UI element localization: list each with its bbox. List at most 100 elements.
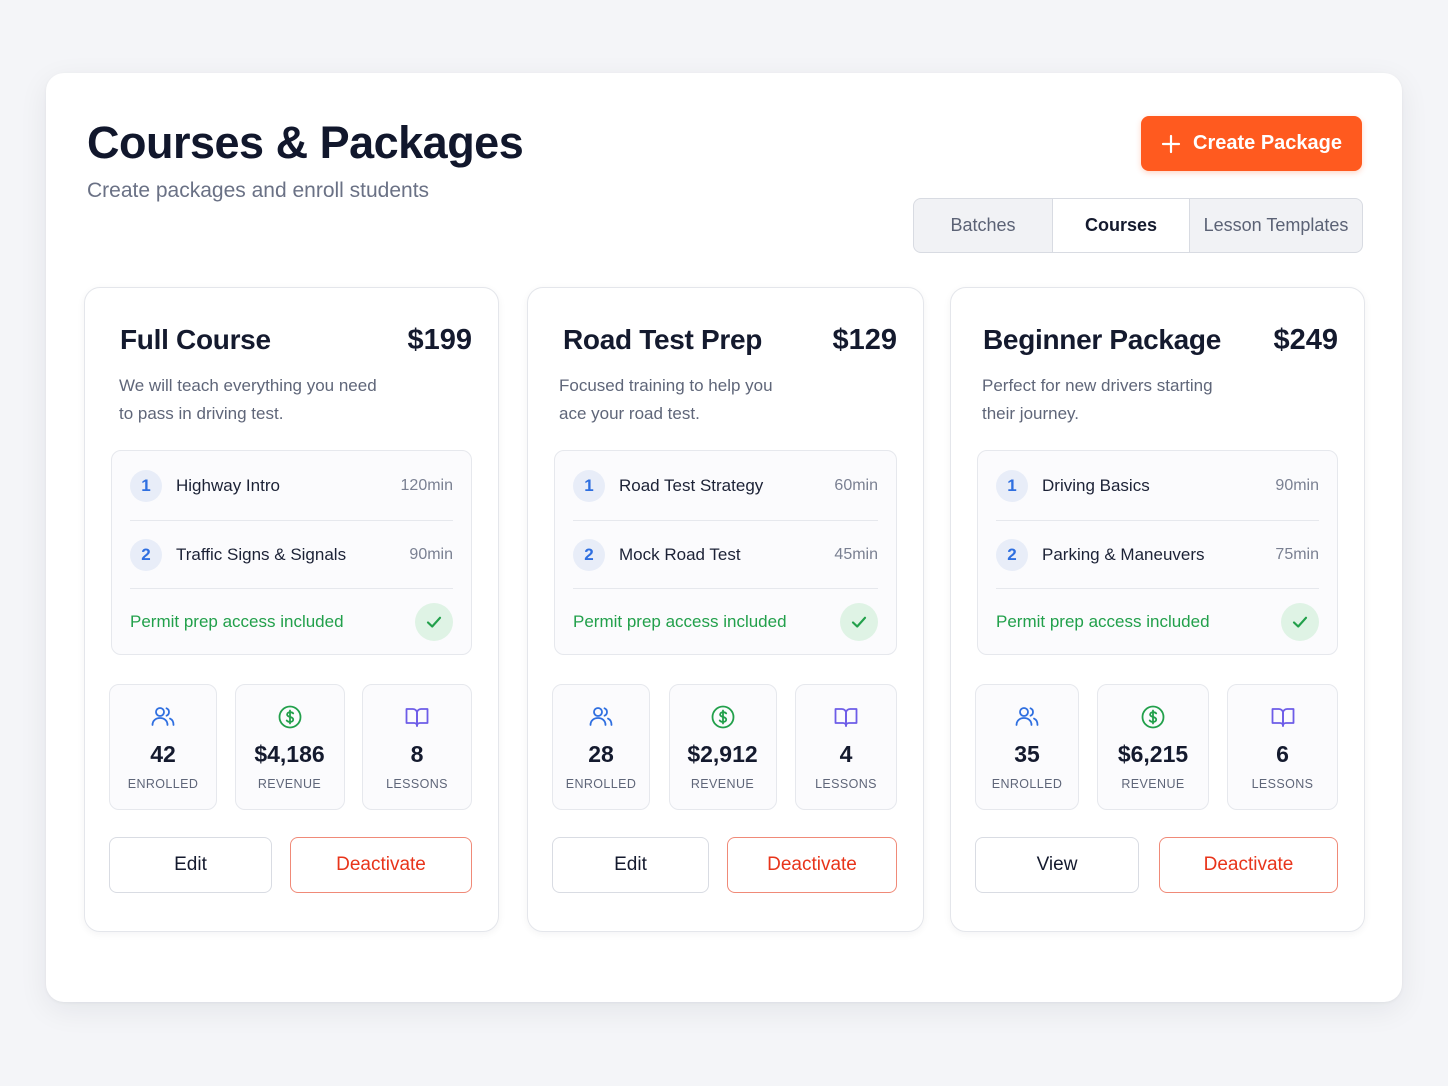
lesson-number-badge: 1 (573, 469, 605, 502)
description-line: to pass in driving test. (119, 404, 284, 423)
description-line: Perfect for new drivers starting (982, 376, 1213, 395)
stat-label: REVENUE (1121, 777, 1185, 791)
lesson-name: Road Test Strategy (619, 475, 764, 495)
lesson-duration: 60min (834, 476, 878, 494)
page-title: Courses & Packages (87, 117, 524, 168)
lesson-name: Parking & Maneuvers (1042, 544, 1205, 564)
users-icon (589, 707, 613, 726)
deactivate-button[interactable]: Deactivate (290, 837, 472, 893)
book-open-icon (834, 708, 858, 727)
lesson-name: Driving Basics (1042, 475, 1150, 495)
stat-label: ENROLLED (565, 777, 637, 791)
stat-revenue: $2,912 REVENUE (668, 684, 777, 810)
card-actions: Edit Deactivate (109, 837, 472, 893)
stat-label: ENROLLED (991, 777, 1063, 791)
lesson-name: Mock Road Test (619, 544, 741, 564)
view-button[interactable]: View (975, 837, 1139, 893)
view-tabs: Batches Courses Lesson Templates (913, 198, 1363, 253)
stat-lessons: 4 LESSONS (795, 684, 897, 810)
stat-value: 28 (588, 741, 614, 767)
package-price: $129 (832, 324, 897, 356)
package-title: Beginner Package (983, 324, 1221, 355)
edit-button[interactable]: Edit (552, 837, 709, 893)
lesson-duration: 90min (1275, 476, 1319, 494)
lesson-row: 2 Mock Road Test 45min (573, 521, 878, 589)
permit-text: Permit prep access included (996, 612, 1210, 631)
check-icon (1281, 603, 1319, 641)
stat-revenue: $6,215 REVENUE (1097, 684, 1209, 810)
package-title: Full Course (120, 324, 271, 355)
lesson-duration: 45min (834, 545, 878, 563)
create-package-button[interactable]: Create Package (1141, 116, 1362, 171)
lesson-list: 1 Driving Basics 90min 2 Parking & Maneu… (977, 450, 1338, 655)
lesson-number-badge: 1 (996, 469, 1028, 502)
permit-row: Permit prep access included (573, 589, 878, 655)
tab-courses[interactable]: Courses (1052, 199, 1190, 252)
stat-value: 4 (839, 741, 853, 767)
stat-value: $6,215 (1117, 741, 1189, 767)
stat-label: ENROLLED (127, 777, 199, 791)
stat-value: $2,912 (687, 741, 758, 767)
stat-value: 35 (1014, 741, 1040, 767)
tab-batches[interactable]: Batches (914, 199, 1052, 252)
create-package-label: Create Package (1193, 132, 1342, 154)
stats-row: 28 ENROLLED $2,912 REVENUE 4 LESSONS (552, 684, 897, 810)
package-price: $199 (407, 324, 472, 356)
package-card-full-course: Full Course $199 We will teach everythin… (84, 287, 499, 932)
lesson-row: 2 Traffic Signs & Signals 90min (130, 521, 453, 589)
lesson-row: 1 Highway Intro 120min (130, 451, 453, 521)
users-icon (1015, 707, 1039, 726)
users-icon (151, 707, 175, 726)
lesson-number-badge: 1 (130, 469, 162, 502)
lesson-list: 1 Road Test Strategy 60min 2 Mock Road T… (554, 450, 897, 655)
stat-label: LESSONS (815, 777, 877, 791)
card-actions: Edit Deactivate (552, 837, 897, 893)
permit-row: Permit prep access included (130, 589, 453, 655)
lesson-row: 1 Road Test Strategy 60min (573, 451, 878, 521)
deactivate-button[interactable]: Deactivate (1159, 837, 1338, 893)
plus-icon (1161, 134, 1181, 153)
lesson-name: Traffic Signs & Signals (176, 544, 347, 564)
lesson-duration: 120min (400, 476, 453, 494)
book-open-icon (405, 708, 429, 727)
dollar-circle-icon (711, 705, 734, 729)
stat-label: REVENUE (257, 777, 322, 791)
book-open-icon (1271, 708, 1294, 727)
edit-button[interactable]: Edit (109, 837, 272, 893)
tab-lesson-templates[interactable]: Lesson Templates (1190, 199, 1362, 252)
stat-label: LESSONS (1251, 777, 1314, 791)
lesson-number-badge: 2 (130, 538, 162, 571)
stat-enrolled: 42 ENROLLED (109, 684, 217, 810)
lesson-number-badge: 2 (996, 538, 1028, 571)
stats-row: 42 ENROLLED $4,186 REVENUE 8 LESSONS (109, 684, 472, 810)
package-description: Focused training to help you ace your ro… (559, 372, 849, 428)
description-line: Focused training to help you (559, 376, 773, 395)
deactivate-button[interactable]: Deactivate (727, 837, 897, 893)
lesson-row: 2 Parking & Maneuvers 75min (996, 521, 1319, 589)
lesson-number-badge: 2 (573, 538, 605, 571)
stat-value: $4,186 (254, 741, 325, 767)
description-line: their journey. (982, 404, 1080, 423)
stat-lessons: 8 LESSONS (362, 684, 472, 810)
courses-panel: Courses & Packages Create packages and e… (46, 73, 1402, 1002)
package-card-road-test-prep: Road Test Prep $129 Focused training to … (527, 287, 924, 932)
package-card-beginner-package: Beginner Package $249 Perfect for new dr… (950, 287, 1365, 932)
stat-revenue: $4,186 REVENUE (234, 684, 345, 810)
package-description: We will teach everything you need to pas… (119, 372, 409, 428)
check-icon (840, 603, 878, 641)
check-icon (415, 603, 453, 641)
description-line: We will teach everything you need (119, 376, 377, 395)
lesson-list: 1 Highway Intro 120min 2 Traffic Signs &… (111, 450, 472, 655)
stat-value: 6 (1276, 741, 1289, 767)
stats-row: 35 ENROLLED $6,215 REVENUE 6 LESSONS (975, 684, 1338, 810)
lesson-row: 1 Driving Basics 90min (996, 451, 1319, 521)
dollar-circle-icon (278, 705, 301, 729)
lesson-name: Highway Intro (176, 475, 280, 495)
permit-text: Permit prep access included (130, 612, 344, 631)
dollar-circle-icon (1141, 705, 1165, 729)
stat-value: 42 (150, 741, 176, 767)
description-line: ace your road test. (559, 404, 700, 423)
lesson-duration: 90min (409, 545, 453, 563)
card-actions: View Deactivate (975, 837, 1338, 893)
stat-label: REVENUE (690, 777, 755, 791)
